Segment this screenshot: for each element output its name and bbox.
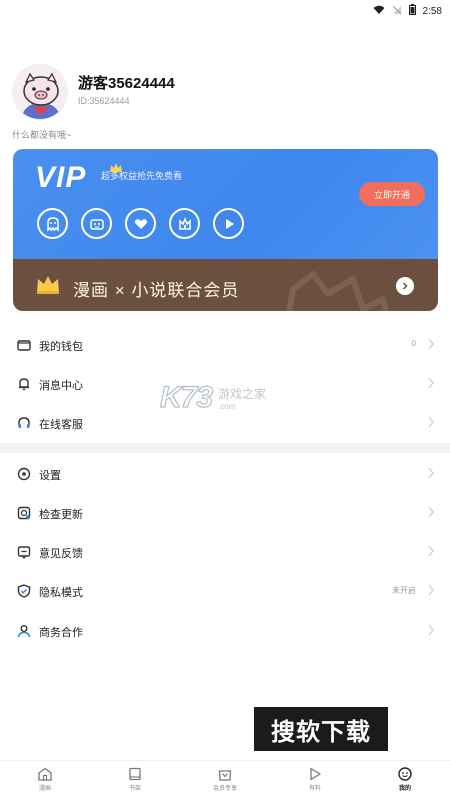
union-title: 漫画 × 小说联合会员 xyxy=(73,281,240,300)
menu-item-privacy-mode[interactable]: 隐私模式 未开启 xyxy=(0,571,450,611)
tab-profile[interactable]: 我的 xyxy=(360,761,450,800)
vip-bag-icon xyxy=(218,770,232,781)
menu-item-business-cooperation[interactable]: 商务合作 xyxy=(0,611,450,651)
menu-item-check-update[interactable]: 检查更新 xyxy=(0,493,450,533)
vip-card[interactable]: VIP 超多权益抢先免费看 立即开通 xyxy=(13,149,438,259)
watermark-name: 游戏之家 xyxy=(218,387,267,401)
home-icon xyxy=(38,767,52,781)
username: 游客35624444 xyxy=(78,75,175,92)
vip-logo: VIP xyxy=(35,161,87,194)
tab-feed[interactable]: 有料 xyxy=(270,761,360,800)
menu-label: 设置 xyxy=(39,470,61,482)
watermark-url: .com xyxy=(218,402,236,411)
chevron-right-icon xyxy=(402,282,408,290)
vip-open-button[interactable]: 立即开通 xyxy=(359,182,425,206)
chevron-right-icon xyxy=(427,544,435,563)
watermark-logo: K73 xyxy=(159,380,213,414)
menu-label: 在线客服 xyxy=(39,419,83,431)
heart-icon xyxy=(125,208,156,239)
user-bio: 什么都没有哦~ xyxy=(12,130,72,140)
menu-label: 消息中心 xyxy=(39,380,83,392)
menu-item-wallet[interactable]: 我的钱包 0 xyxy=(0,325,450,365)
vip-perks xyxy=(37,208,244,239)
tab-comics[interactable]: 漫画 xyxy=(0,761,90,800)
crown-icon xyxy=(35,273,61,300)
tab-label: 书架 xyxy=(128,786,141,792)
menu-item-feedback[interactable]: 意见反馈 xyxy=(0,532,450,572)
bell-icon xyxy=(16,376,32,392)
chevron-right-icon xyxy=(427,415,435,434)
status-time: 2:58 xyxy=(422,5,442,17)
overlay-badge: 搜软下载 xyxy=(254,707,388,751)
tab-label: 漫画 xyxy=(38,786,51,792)
feedback-icon xyxy=(16,544,32,560)
profile-icon xyxy=(398,767,412,781)
menu-label: 商务合作 xyxy=(39,627,83,639)
status-bar: 2:58 xyxy=(0,0,450,22)
chevron-right-icon xyxy=(427,466,435,485)
privacy-status: 未开启 xyxy=(392,586,416,595)
section-divider xyxy=(0,443,450,453)
shield-icon xyxy=(16,583,32,599)
wallet-balance: 0 xyxy=(411,339,416,348)
signal-icon xyxy=(392,5,402,18)
decorative-shape xyxy=(283,269,393,311)
headset-icon xyxy=(16,415,32,431)
profile-header[interactable]: 游客35624444 ID:35624444 xyxy=(12,64,438,124)
menu-label: 检查更新 xyxy=(39,509,83,521)
bottom-tab-bar: 漫画 书架 会员专享 有料 我的 xyxy=(0,760,450,800)
tab-label: 有料 xyxy=(308,786,321,792)
crown-cup-icon xyxy=(169,208,200,239)
chevron-right-icon xyxy=(427,623,435,642)
pig-avatar-icon xyxy=(13,65,67,119)
wifi-icon xyxy=(373,5,385,18)
union-membership-card[interactable]: 漫画 × 小说联合会员 xyxy=(13,259,438,311)
menu-label: 隐私模式 xyxy=(39,587,83,599)
bookshelf-icon xyxy=(129,767,141,781)
play-icon xyxy=(310,767,321,781)
person-icon xyxy=(16,623,32,639)
site-watermark: K73 游戏之家 .com xyxy=(159,380,267,415)
ghost-icon xyxy=(37,208,68,239)
chevron-right-icon xyxy=(427,337,435,356)
chevron-right-icon xyxy=(427,505,435,524)
user-id: ID:35624444 xyxy=(78,96,130,106)
battery-icon xyxy=(408,4,416,18)
update-icon xyxy=(16,505,32,521)
tab-bookshelf[interactable]: 书架 xyxy=(90,761,180,800)
settings-icon xyxy=(16,466,32,482)
tab-vip-exclusive[interactable]: 会员专享 xyxy=(180,761,270,800)
menu-label: 意见反馈 xyxy=(39,548,83,560)
menu-label: 我的钱包 xyxy=(39,341,83,353)
menu-item-settings[interactable]: 设置 xyxy=(0,454,450,494)
wallet-icon xyxy=(16,337,32,353)
tab-label: 我的 xyxy=(398,786,411,792)
union-arrow-button[interactable] xyxy=(396,277,414,295)
play-icon xyxy=(213,208,244,239)
vip-description: 超多权益抢先免费看 xyxy=(101,171,183,181)
avatar[interactable] xyxy=(12,64,68,120)
chevron-right-icon xyxy=(427,583,435,602)
chevron-right-icon xyxy=(427,376,435,395)
tab-label: 会员专享 xyxy=(212,786,237,792)
id-card-icon xyxy=(81,208,112,239)
